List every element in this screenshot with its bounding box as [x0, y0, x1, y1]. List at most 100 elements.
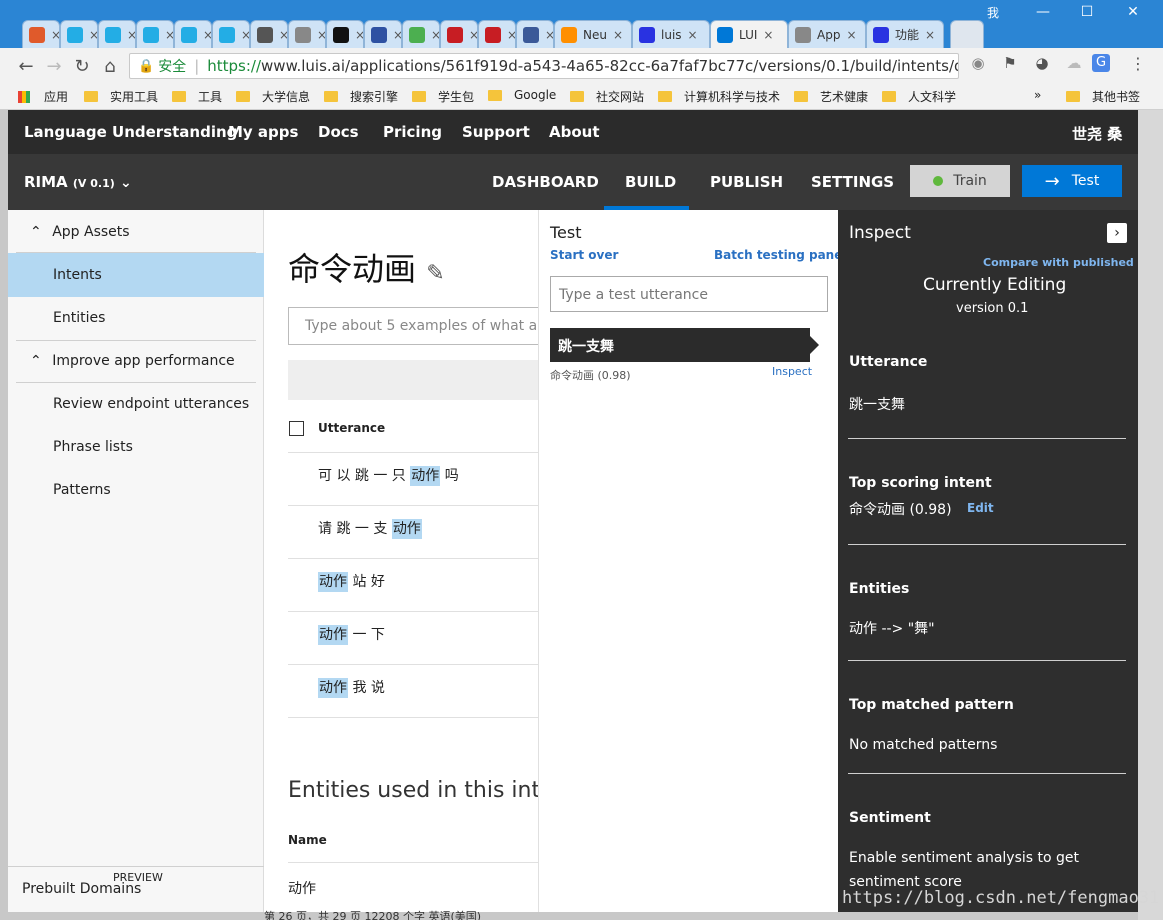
forward-icon[interactable]: →	[40, 56, 68, 77]
close-tab-icon[interactable]: ×	[355, 28, 363, 42]
nav-about[interactable]: About	[549, 123, 600, 141]
browser-tab[interactable]: 功能 ×	[866, 20, 944, 48]
bookmark-folder[interactable]: 计算机科学与技术	[658, 88, 780, 105]
close-tab-icon[interactable]: ×	[613, 28, 623, 42]
utterance-row[interactable]: 请 跳 一 支 动作	[318, 518, 422, 539]
nav-support[interactable]: Support	[462, 123, 530, 141]
close-tab-icon[interactable]: ×	[507, 28, 515, 42]
tab-settings[interactable]: SETTINGS	[811, 173, 894, 191]
brand-link[interactable]: Language Understanding	[24, 123, 237, 141]
browser-tab[interactable]: luis ×	[632, 20, 710, 48]
sidebar-item-intents[interactable]: Intents	[8, 253, 264, 297]
tab-publish[interactable]: PUBLISH	[710, 173, 783, 191]
close-tab-icon[interactable]: ×	[763, 28, 773, 42]
utterance-row[interactable]: 可 以 跳 一 只 动作 吗	[318, 465, 459, 486]
entity-label[interactable]: 动作	[318, 625, 348, 645]
inspect-link[interactable]: Inspect	[772, 365, 812, 378]
entity-label[interactable]: 动作	[318, 572, 348, 592]
flag-icon[interactable]: ⚑	[996, 54, 1024, 72]
nav-my-apps[interactable]: My apps	[228, 123, 298, 141]
bookmark-folder[interactable]: 工具	[172, 88, 222, 105]
maximize-icon[interactable]: ☐	[1072, 4, 1102, 20]
browser-tab[interactable]: ×	[326, 20, 364, 48]
close-tab-icon[interactable]: ×	[431, 28, 439, 42]
browser-tab[interactable]: ×	[212, 20, 250, 48]
close-tab-icon[interactable]: ×	[393, 28, 401, 42]
edit-pencil-icon[interactable]: ✎	[426, 261, 444, 286]
close-tab-icon[interactable]: ×	[317, 28, 325, 42]
back-icon[interactable]: ←	[12, 56, 40, 77]
sidebar-item-review[interactable]: Review endpoint utterances	[53, 396, 249, 412]
browser-tab[interactable]: Neu ×	[554, 20, 632, 48]
browser-tab[interactable]: ×	[136, 20, 174, 48]
select-all-checkbox[interactable]	[289, 421, 304, 436]
close-tab-icon[interactable]: ×	[469, 28, 477, 42]
close-tab-icon[interactable]: ×	[545, 28, 553, 42]
sidebar-item-entities[interactable]: Entities	[53, 310, 105, 326]
home-icon[interactable]: ⌂	[96, 56, 124, 77]
close-tab-icon[interactable]: ×	[925, 28, 935, 42]
bookmark-folder[interactable]: 学生包	[412, 88, 474, 105]
translate-icon[interactable]: G	[1092, 54, 1110, 72]
bookmark-folder[interactable]: 搜索引擎	[324, 88, 398, 105]
address-bar[interactable]: 🔒 安全 | https:// www.luis.ai/applications…	[129, 53, 959, 79]
browser-tab[interactable]: ×	[174, 20, 212, 48]
browser-tab[interactable]: ×	[98, 20, 136, 48]
bookmark-other[interactable]: 其他书签	[1066, 88, 1140, 105]
close-tab-icon[interactable]: ×	[688, 28, 698, 42]
cloud-icon[interactable]: ☁	[1060, 54, 1088, 72]
entity-label[interactable]: 动作	[318, 678, 348, 698]
prebuilt-domains-link[interactable]: Prebuilt Domains	[22, 881, 141, 897]
close-tab-icon[interactable]: ×	[165, 28, 173, 42]
start-over-link[interactable]: Start over	[550, 248, 618, 262]
utterance-row[interactable]: 动作 一 下	[318, 624, 385, 645]
test-utterance-input[interactable]: Type a test utterance	[550, 276, 828, 312]
edit-intent-link[interactable]: Edit	[967, 501, 994, 515]
browser-tab[interactable]: ×	[478, 20, 516, 48]
nav-docs[interactable]: Docs	[318, 123, 359, 141]
batch-testing-link[interactable]: Batch testing panel	[714, 248, 846, 262]
test-button[interactable]: → Test	[1022, 165, 1122, 197]
new-tab-button[interactable]	[950, 20, 984, 48]
ghost-icon[interactable]: ◕	[1028, 54, 1056, 72]
browser-tab[interactable]: ×	[440, 20, 478, 48]
minimize-icon[interactable]: —	[1028, 4, 1058, 20]
compare-published-link[interactable]: Compare with published	[983, 256, 1134, 269]
close-window-icon[interactable]: ✕	[1118, 4, 1148, 20]
bookmark-folder[interactable]: Google	[488, 88, 556, 102]
utterance-row[interactable]: 动作 我 说	[318, 677, 385, 698]
bookmark-folder[interactable]: 社交网站	[570, 88, 644, 105]
close-tab-icon[interactable]: ×	[846, 28, 856, 42]
bookmark-folder[interactable]: 实用工具	[84, 88, 158, 105]
tab-build[interactable]: BUILD	[625, 173, 676, 191]
app-assets-header[interactable]: ⌃ App Assets	[30, 224, 130, 240]
improve-header[interactable]: ⌃ Improve app performance	[30, 353, 235, 369]
browser-tab[interactable]: ×	[22, 20, 60, 48]
sidebar-item-phrase-lists[interactable]: Phrase lists	[53, 439, 133, 455]
browser-tab[interactable]: LUI ×	[710, 20, 788, 48]
reload-icon[interactable]: ↻	[68, 56, 96, 77]
app-selector[interactable]: RIMA (V 0.1) ⌄	[24, 173, 132, 191]
close-tab-icon[interactable]: ×	[51, 28, 59, 42]
close-tab-icon[interactable]: ×	[89, 28, 97, 42]
tab-dashboard[interactable]: DASHBOARD	[492, 173, 599, 191]
menu-icon[interactable]: ⋮	[1124, 54, 1152, 73]
browser-tab[interactable]: ×	[516, 20, 554, 48]
test-result-utterance[interactable]: 跳一支舞	[550, 328, 810, 362]
browser-tab[interactable]: ×	[250, 20, 288, 48]
utterance-row[interactable]: 动作 站 好	[318, 571, 385, 592]
extension-icon[interactable]: ◉	[964, 54, 992, 72]
bookmark-apps[interactable]: 应用	[18, 88, 68, 105]
browser-tab[interactable]: ×	[288, 20, 326, 48]
entity-row[interactable]: 动作	[288, 878, 316, 898]
close-tab-icon[interactable]: ×	[127, 28, 135, 42]
close-tab-icon[interactable]: ×	[279, 28, 287, 42]
nav-pricing[interactable]: Pricing	[383, 123, 442, 141]
close-tab-icon[interactable]: ×	[241, 28, 249, 42]
bookmarks-more[interactable]: »	[1034, 88, 1041, 102]
entity-label[interactable]: 动作	[410, 466, 441, 486]
train-button[interactable]: Train	[910, 165, 1010, 197]
browser-tab[interactable]: ×	[60, 20, 98, 48]
browser-tab[interactable]: ×	[364, 20, 402, 48]
collapse-panel-icon[interactable]: ›	[1107, 223, 1127, 243]
